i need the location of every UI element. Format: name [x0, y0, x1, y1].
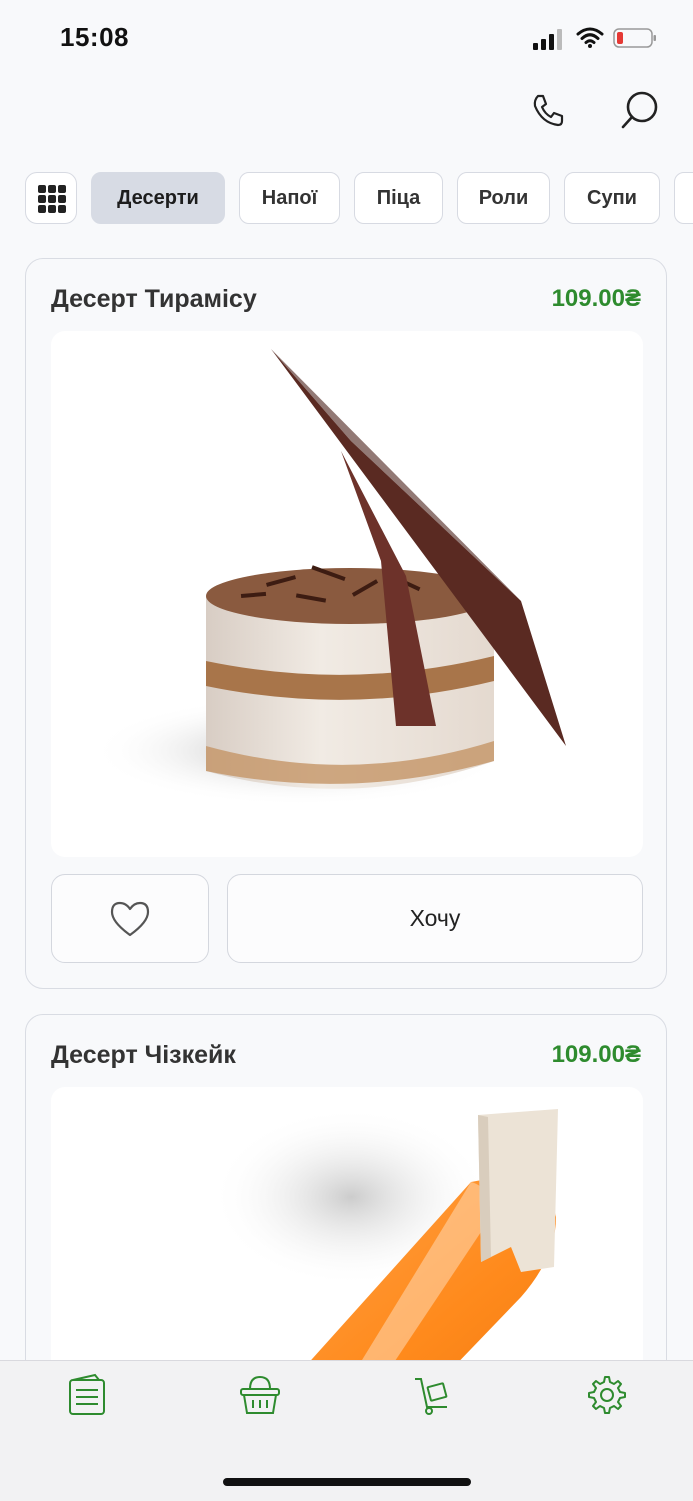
product-price: 109.00₴ [551, 1041, 641, 1068]
product-name: Десерт Тирамісу [51, 285, 257, 313]
nav-settings[interactable] [585, 1373, 629, 1417]
product-name: Десерт Чізкейк [51, 1041, 236, 1069]
want-button[interactable]: Хочу [227, 874, 643, 963]
call-button[interactable] [528, 90, 568, 130]
product-price: 109.00₴ [551, 285, 641, 312]
favorite-button[interactable] [51, 874, 209, 963]
category-chip-more[interactable] [674, 172, 693, 224]
grid-icon [38, 185, 66, 213]
status-bar: 15:08 [0, 0, 693, 70]
product-card[interactable]: Десерт Тирамісу 109.00₴ Хочу [25, 258, 667, 989]
category-chips: Десерти Напої Піца Роли Супи [91, 172, 693, 224]
phone-icon [533, 94, 564, 127]
basket-icon [240, 1375, 280, 1414]
signal-icon [533, 29, 562, 50]
nav-basket[interactable] [238, 1373, 282, 1417]
product-image[interactable] [51, 331, 643, 857]
category-chip-soups[interactable]: Супи [564, 172, 660, 224]
tiramisu-image [91, 349, 566, 806]
category-chip-desserts[interactable]: Десерти [91, 172, 225, 224]
search-icon [621, 91, 658, 129]
category-chip-pizza[interactable]: Піца [354, 172, 443, 224]
category-bar: Десерти Напої Піца Роли Супи [25, 172, 693, 228]
product-card[interactable]: Десерт Чізкейк 109.00₴ [25, 1014, 667, 1427]
heart-icon [110, 901, 150, 936]
nav-delivery[interactable] [411, 1373, 455, 1417]
wifi-icon [576, 27, 604, 48]
status-time: 15:08 [60, 22, 129, 52]
home-indicator[interactable] [223, 1478, 471, 1486]
delivery-cart-icon [415, 1378, 448, 1415]
search-button[interactable] [618, 88, 662, 132]
battery-icon [613, 28, 656, 48]
category-chip-rolls[interactable]: Роли [457, 172, 550, 224]
settings-gear-icon [588, 1376, 626, 1414]
all-categories-button[interactable] [25, 172, 77, 224]
menu-list-icon [69, 1373, 105, 1415]
category-chip-drinks[interactable]: Напої [239, 172, 340, 224]
nav-menu[interactable] [65, 1373, 109, 1417]
